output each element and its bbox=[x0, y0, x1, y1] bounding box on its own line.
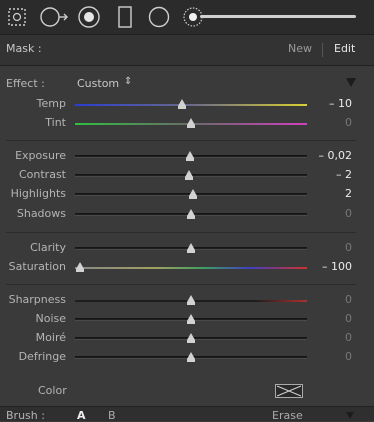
shadows-slider-thumb[interactable] bbox=[187, 209, 195, 219]
mask-separator bbox=[322, 43, 323, 57]
slider-row-defringe: Defringe 0 bbox=[0, 348, 374, 367]
slider-row-noise: Noise 0 bbox=[0, 310, 374, 329]
saturation-slider-thumb[interactable] bbox=[75, 262, 84, 272]
no-color-icon bbox=[276, 385, 302, 397]
brush-row: Brush : A B Erase bbox=[0, 406, 374, 422]
group-separator bbox=[6, 284, 356, 285]
moir-value[interactable]: 0 bbox=[345, 331, 352, 344]
slider-label: Defringe bbox=[18, 350, 66, 363]
brush-size-track[interactable] bbox=[200, 15, 356, 18]
radial-filter-icon[interactable] bbox=[114, 6, 136, 28]
slider-row-exposure: Exposure – 0,02 bbox=[0, 147, 374, 166]
circle-icon[interactable] bbox=[148, 6, 170, 28]
slider-row-temp: Temp – 10 bbox=[0, 95, 374, 114]
slider-label: Highlights bbox=[10, 187, 66, 200]
slider-label: Moiré bbox=[35, 331, 66, 344]
saturation-value[interactable]: – 100 bbox=[322, 260, 352, 273]
brush-a-tab[interactable]: A bbox=[77, 409, 86, 422]
shadows-value[interactable]: 0 bbox=[345, 207, 352, 220]
color-swatch[interactable] bbox=[275, 384, 303, 398]
brush-erase-tab[interactable]: Erase bbox=[272, 409, 303, 422]
effect-stepper-icon[interactable]: ⇕ bbox=[124, 76, 132, 87]
slider-label: Shadows bbox=[16, 207, 66, 220]
color-row: Color bbox=[0, 381, 374, 401]
spot-removal-icon[interactable] bbox=[6, 6, 28, 28]
brush-b-tab[interactable]: B bbox=[108, 409, 116, 422]
clarity-slider-thumb[interactable] bbox=[187, 243, 195, 253]
collapse-triangle-icon[interactable] bbox=[346, 78, 356, 87]
slider-row-contrast: Contrast – 2 bbox=[0, 166, 374, 185]
slider-label: Sharpness bbox=[8, 293, 66, 306]
slider-label: Clarity bbox=[30, 241, 66, 254]
mask-new-button[interactable]: New bbox=[288, 42, 312, 55]
color-label: Color bbox=[38, 384, 67, 397]
effect-preset-select[interactable]: Custom bbox=[77, 77, 119, 90]
slider-row-highlights: Highlights 2 bbox=[0, 185, 374, 204]
slider-row-sharpness: Sharpness 0 bbox=[0, 291, 374, 310]
brush-collapse-icon[interactable] bbox=[346, 412, 354, 419]
group-separator bbox=[6, 232, 356, 233]
sharpness-value[interactable]: 0 bbox=[345, 293, 352, 306]
temp-value[interactable]: – 10 bbox=[329, 97, 352, 110]
group-separator bbox=[6, 140, 356, 141]
effect-label: Effect : bbox=[6, 77, 45, 90]
temp-slider-thumb[interactable] bbox=[177, 99, 186, 109]
slider-row-saturation: Saturation – 100 bbox=[0, 258, 374, 277]
saturation-slider-track[interactable] bbox=[75, 267, 307, 269]
temp-slider-track[interactable] bbox=[75, 104, 307, 106]
slider-label: Saturation bbox=[8, 260, 66, 273]
slider-label: Exposure bbox=[15, 149, 66, 162]
tint-value[interactable]: 0 bbox=[345, 116, 352, 129]
contrast-slider-thumb[interactable] bbox=[184, 170, 193, 180]
clarity-value[interactable]: 0 bbox=[345, 241, 352, 254]
noise-slider-thumb[interactable] bbox=[187, 314, 195, 324]
slider-row-tint: Tint 0 bbox=[0, 114, 374, 133]
mask-label: Mask : bbox=[6, 42, 42, 55]
slider-row-moir: Moiré 0 bbox=[0, 329, 374, 348]
slider-label: Noise bbox=[35, 312, 66, 325]
mask-edit-button[interactable]: Edit bbox=[334, 42, 355, 55]
defringe-slider-thumb[interactable] bbox=[187, 352, 195, 362]
tool-strip bbox=[0, 0, 374, 35]
slider-label: Tint bbox=[45, 116, 66, 129]
sharpness-slider-thumb[interactable] bbox=[187, 295, 195, 305]
moir-slider-thumb[interactable] bbox=[187, 333, 195, 343]
slider-label: Temp bbox=[36, 97, 66, 110]
red-eye-icon[interactable] bbox=[40, 6, 70, 28]
exposure-value[interactable]: – 0,02 bbox=[319, 149, 353, 162]
slider-row-clarity: Clarity 0 bbox=[0, 239, 374, 258]
contrast-value[interactable]: – 2 bbox=[336, 168, 352, 181]
tint-slider-thumb[interactable] bbox=[187, 118, 195, 128]
mask-row: Mask : New Edit bbox=[0, 35, 374, 66]
effect-row: Effect : Custom ⇕ bbox=[0, 75, 374, 93]
brush-label: Brush : bbox=[6, 409, 45, 422]
graduated-filter-icon[interactable] bbox=[78, 6, 100, 28]
noise-value[interactable]: 0 bbox=[345, 312, 352, 325]
defringe-value[interactable]: 0 bbox=[345, 350, 352, 363]
highlights-value[interactable]: 2 bbox=[345, 187, 352, 200]
exposure-slider-thumb[interactable] bbox=[186, 151, 195, 161]
highlights-slider-thumb[interactable] bbox=[189, 189, 198, 199]
slider-row-shadows: Shadows 0 bbox=[0, 205, 374, 224]
slider-label: Contrast bbox=[18, 168, 66, 181]
